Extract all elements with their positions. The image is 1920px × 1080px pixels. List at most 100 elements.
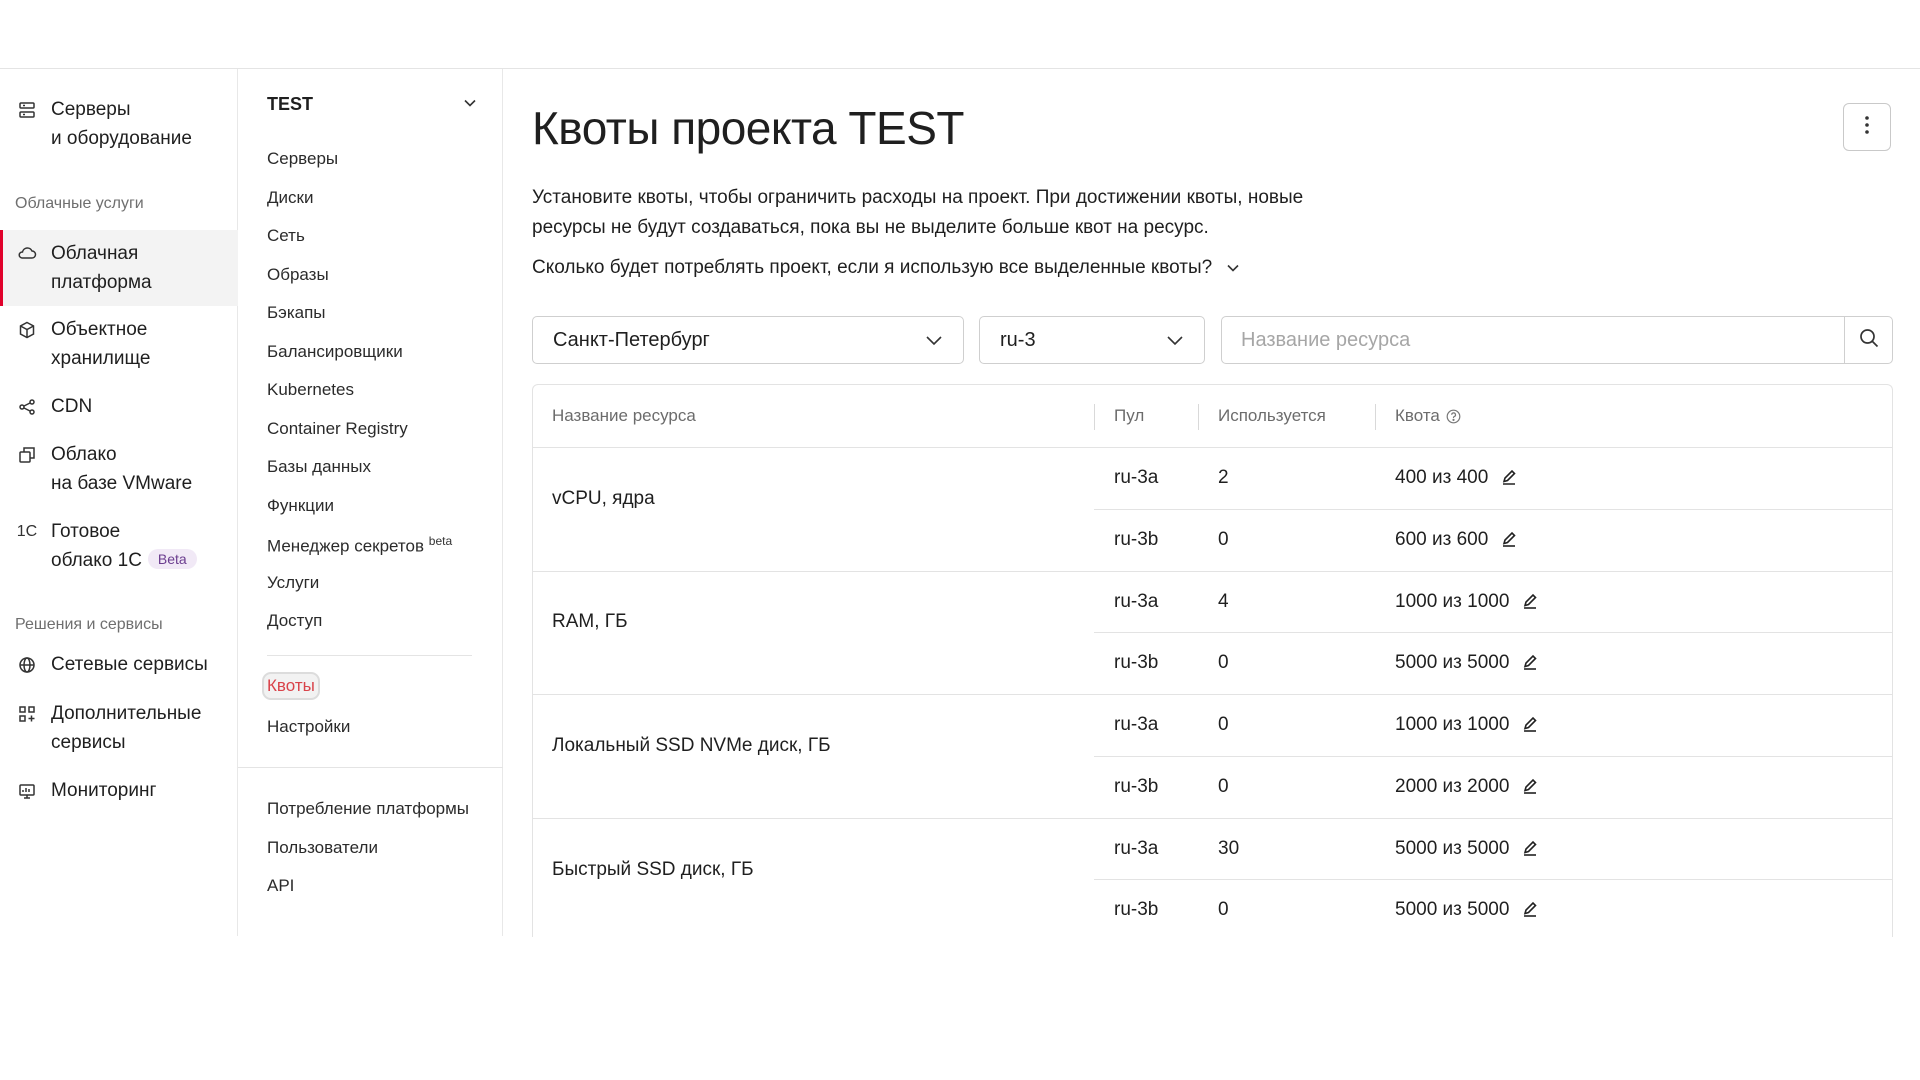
server-icon [17, 100, 37, 120]
sidebar-item-label: CDN [51, 396, 93, 417]
pool-cell: ru-3b [1114, 529, 1159, 550]
globe-icon [17, 655, 37, 675]
edit-quota-icon[interactable] [1500, 531, 1518, 549]
sidebar-item-1c-cloud[interactable]: 1C Готовое облако 1С Beta [0, 517, 238, 575]
project-menu-servers[interactable]: Серверы [267, 149, 338, 169]
search-icon [1859, 328, 1879, 353]
column-separator [1094, 404, 1095, 430]
cdn-icon [17, 397, 37, 417]
project-menu-quotas[interactable]: Квоты [262, 672, 320, 700]
used-cell: 0 [1218, 714, 1229, 735]
help-icon[interactable] [1446, 409, 1461, 424]
page-description: Установите квоты, чтобы ограничить расхо… [532, 187, 1304, 238]
project-menu-balancers[interactable]: Балансировщики [267, 342, 403, 362]
project-menu-services[interactable]: Услуги [267, 573, 319, 593]
edit-quota-icon[interactable] [1521, 593, 1539, 611]
project-menu-network[interactable]: Сеть [267, 226, 305, 246]
column-header-used: Используется [1218, 406, 1326, 425]
group-divider [533, 694, 1892, 695]
sidebar-item-network-services[interactable]: Сетевые сервисы [0, 650, 238, 680]
chevron-down-icon [463, 95, 477, 113]
sidebar-item-vmware[interactable]: Облако на базе VMware [0, 440, 238, 498]
group-divider [533, 571, 1892, 572]
cube-icon [17, 320, 37, 340]
edit-quota-icon[interactable] [1521, 778, 1539, 796]
sidebar-item-cloud-platform[interactable]: Облачная платформа [0, 230, 238, 306]
resource-name: Локальный SSD NVMe диск, ГБ [552, 735, 831, 756]
project-menu: TEST Серверы Диски Сеть Образы Бэкапы Ба… [238, 69, 503, 936]
sidebar-section-cloud: Облачные услуги [15, 195, 144, 212]
project-menu-images[interactable]: Образы [267, 265, 329, 285]
quota-cell: 5000 из 5000 [1395, 632, 1539, 694]
group-divider [533, 818, 1892, 819]
used-cell: 0 [1218, 529, 1229, 550]
project-menu-access[interactable]: Доступ [267, 611, 322, 631]
sidebar-item-label: Готовое облако 1С Beta [51, 517, 231, 575]
top-bar [0, 0, 1920, 69]
project-menu-api[interactable]: API [267, 876, 294, 896]
project-menu-backups[interactable]: Бэкапы [267, 303, 326, 323]
sidebar-item-servers[interactable]: Серверы и оборудование [0, 95, 238, 153]
project-menu-functions[interactable]: Функции [267, 496, 334, 516]
quota-cell: 5000 из 5000 [1395, 818, 1539, 880]
edit-quota-icon[interactable] [1521, 716, 1539, 734]
region-select[interactable]: Санкт-Петербург [532, 316, 964, 364]
pool-cell: ru-3a [1114, 714, 1159, 735]
sidebar-item-label: Мониторинг [51, 780, 157, 801]
more-vertical-icon [1865, 115, 1869, 139]
sidebar-item-object-storage[interactable]: Объектное хранилище [0, 315, 238, 373]
edit-quota-icon[interactable] [1521, 901, 1539, 919]
quota-cell: 5000 из 5000 [1395, 879, 1539, 937]
chevron-down-icon [1166, 329, 1184, 352]
pool-select[interactable]: ru-3 [979, 316, 1205, 364]
search-input[interactable] [1222, 317, 1844, 363]
pool-cell: ru-3a [1114, 467, 1159, 488]
edit-quota-icon[interactable] [1500, 469, 1518, 487]
quotas-table: Название ресурса Пул Используется Квота … [532, 384, 1893, 937]
resource-search [1221, 316, 1893, 364]
sidebar-item-cdn[interactable]: CDN [0, 392, 238, 422]
project-switcher[interactable]: TEST [267, 91, 477, 117]
pool-cell: ru-3b [1114, 776, 1159, 797]
grid-icon [17, 704, 37, 724]
sidebar-item-label: Серверы и оборудование [51, 99, 192, 149]
pool-cell: ru-3b [1114, 899, 1159, 920]
project-menu-platform-usage[interactable]: Потребление платформы [267, 799, 469, 819]
quota-cell: 600 из 600 [1395, 509, 1518, 571]
used-cell: 4 [1218, 591, 1229, 612]
quota-consumption-faq[interactable]: Сколько будет потреблять проект, если я … [532, 257, 1240, 279]
resource-name: RAM, ГБ [552, 611, 628, 632]
project-menu-kubernetes[interactable]: Kubernetes [267, 380, 354, 400]
project-menu-container-registry[interactable]: Container Registry [267, 419, 408, 439]
chevron-down-icon [925, 329, 943, 352]
used-cell: 2 [1218, 467, 1229, 488]
project-menu-databases[interactable]: Базы данных [267, 457, 371, 477]
page-title: Квоты проекта TEST [532, 102, 964, 154]
edit-quota-icon[interactable] [1521, 840, 1539, 858]
quota-cell: 400 из 400 [1395, 447, 1518, 509]
sidebar-item-monitoring[interactable]: Мониторинг [0, 776, 238, 806]
column-separator [1375, 404, 1376, 430]
sidebar-item-label: Сетевые сервисы [51, 654, 208, 675]
sidebar-item-label: Облако на базе VMware [51, 444, 193, 494]
project-menu-settings[interactable]: Настройки [267, 717, 350, 737]
sidebar-item-extra-services[interactable]: Дополнительные сервисы [0, 699, 238, 757]
project-menu-disks[interactable]: Диски [267, 188, 313, 208]
quota-cell: 2000 из 2000 [1395, 756, 1539, 818]
menu-divider [267, 655, 472, 656]
used-cell: 0 [1218, 899, 1229, 920]
project-menu-users[interactable]: Пользователи [267, 838, 378, 858]
used-cell: 30 [1218, 838, 1240, 859]
more-actions-button[interactable] [1843, 103, 1891, 151]
search-button[interactable] [1844, 317, 1892, 363]
edit-quota-icon[interactable] [1521, 654, 1539, 672]
project-name: TEST [267, 93, 314, 114]
faq-label: Сколько будет потреблять проект, если я … [532, 257, 1213, 278]
beta-badge: Beta [147, 549, 197, 569]
sidebar-section-solutions: Решения и сервисы [15, 616, 163, 633]
sidebar-item-label: Облачная платформа [51, 243, 152, 293]
project-menu-secrets-manager[interactable]: Менеджер секретов beta [267, 534, 452, 557]
beta-sup: beta [428, 534, 453, 548]
menu-divider [238, 767, 503, 768]
chevron-down-icon [1212, 257, 1240, 279]
